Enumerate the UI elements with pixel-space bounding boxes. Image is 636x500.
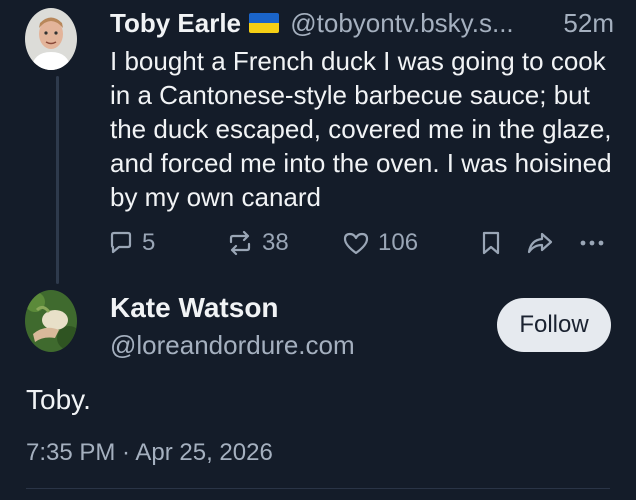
follow-button[interactable]: Follow bbox=[497, 298, 611, 352]
thread-line bbox=[56, 76, 59, 284]
repost-icon bbox=[229, 230, 251, 256]
reply-icon bbox=[110, 231, 132, 254]
reply-text: I bought a French duck I was going to co… bbox=[110, 46, 612, 212]
post-author-name[interactable]: Kate Watson bbox=[110, 290, 279, 326]
reply-actions: 5 38 106 bbox=[108, 226, 616, 260]
like-icon bbox=[343, 232, 369, 255]
like-count: 106 bbox=[378, 229, 419, 256]
reply-author-name[interactable]: Toby Earle bbox=[110, 8, 241, 38]
reply-button[interactable]: 5 bbox=[108, 226, 155, 260]
reply-author-handle[interactable]: @tobyontv.bsky.s... bbox=[290, 8, 513, 38]
reply-count: 5 bbox=[142, 229, 156, 256]
avatar-toby[interactable] bbox=[25, 8, 77, 70]
share-icon bbox=[527, 232, 553, 254]
more-options-button[interactable] bbox=[578, 226, 606, 260]
post-timestamp: 7:35 PM · Apr 25, 2026 bbox=[26, 439, 273, 466]
divider bbox=[26, 488, 610, 489]
reply-time[interactable]: 52m bbox=[555, 6, 614, 40]
bookmark-icon bbox=[482, 231, 500, 255]
reply-header: Toby Earle @tobyontv.bsky.s... 52m bbox=[110, 6, 614, 40]
repost-button[interactable]: 38 bbox=[226, 226, 289, 260]
avatar-kate[interactable] bbox=[25, 290, 77, 352]
more-icon bbox=[580, 240, 604, 246]
like-button[interactable]: 106 bbox=[342, 226, 418, 260]
post-text: Toby. bbox=[26, 384, 91, 415]
share-button[interactable] bbox=[526, 226, 554, 260]
ukraine-flag-icon bbox=[249, 13, 280, 34]
post-author-handle[interactable]: @loreandordure.com bbox=[110, 328, 355, 362]
bookmark-button[interactable] bbox=[480, 226, 502, 260]
repost-count: 38 bbox=[262, 229, 289, 256]
